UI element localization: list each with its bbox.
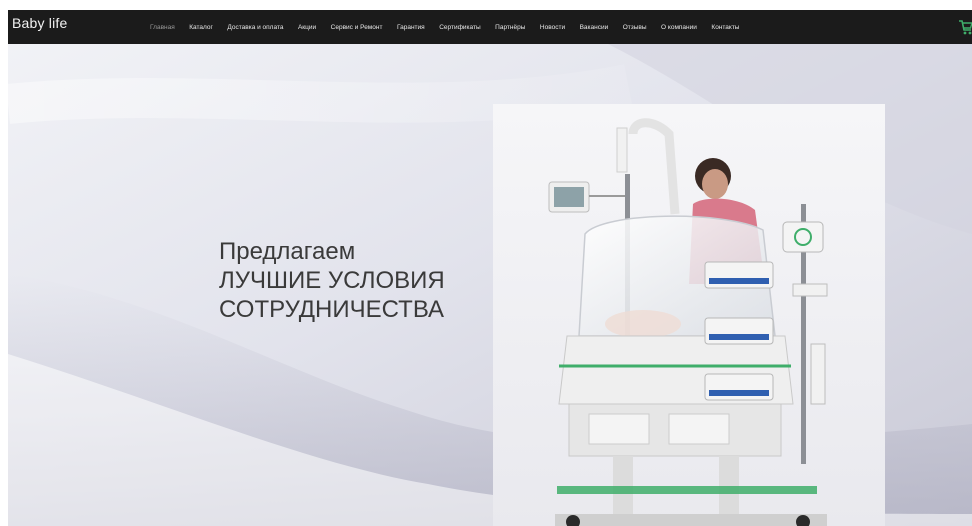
hero-line-1: Предлагаем xyxy=(219,238,356,265)
site-logo[interactable]: Baby life xyxy=(12,15,68,31)
nav-item-10[interactable]: Вакансии xyxy=(580,24,609,31)
nav-item-2[interactable]: Каталог xyxy=(189,24,213,31)
nav-item-1[interactable]: Главная xyxy=(150,24,175,31)
hero-headline: Предлагаем ЛУЧШИЕ УСЛОВИЯ СОТРУДНИЧЕСТВА xyxy=(219,237,445,324)
page-frame: Baby life Главная Каталог Доставка и оплат… xyxy=(8,10,972,526)
nav-item-13[interactable]: Контакты xyxy=(711,24,739,31)
hero-banner: Предлагаем ЛУЧШИЕ УСЛОВИЯ СОТРУДНИЧЕСТВА xyxy=(8,44,972,526)
hero-image-incubator xyxy=(493,104,885,526)
nav-item-6[interactable]: Гарантия xyxy=(397,24,425,31)
nav-item-8[interactable]: Партнёры xyxy=(495,24,525,31)
nav-item-12[interactable]: О компании xyxy=(661,24,697,31)
nav-item-5[interactable]: Сервис и Ремонт xyxy=(331,24,383,31)
main-menu: Главная Каталог Доставка и оплата Акции Серв… xyxy=(150,10,754,44)
cart-icon[interactable] xyxy=(958,17,972,37)
top-navigation-bar: Baby life Главная Каталог Доставка и оплат… xyxy=(8,10,972,44)
hero-line-2: ЛУЧШИЕ УСЛОВИЯ xyxy=(219,267,445,294)
nav-item-9[interactable]: Новости xyxy=(540,24,565,31)
nav-item-3[interactable]: Доставка и оплата xyxy=(227,24,283,31)
nav-item-7[interactable]: Сертификаты xyxy=(439,24,480,31)
nav-item-11[interactable]: Отзывы xyxy=(623,24,647,31)
hero-line-3: СОТРУДНИЧЕСТВА xyxy=(219,296,445,323)
nav-item-4[interactable]: Акции xyxy=(298,24,316,31)
